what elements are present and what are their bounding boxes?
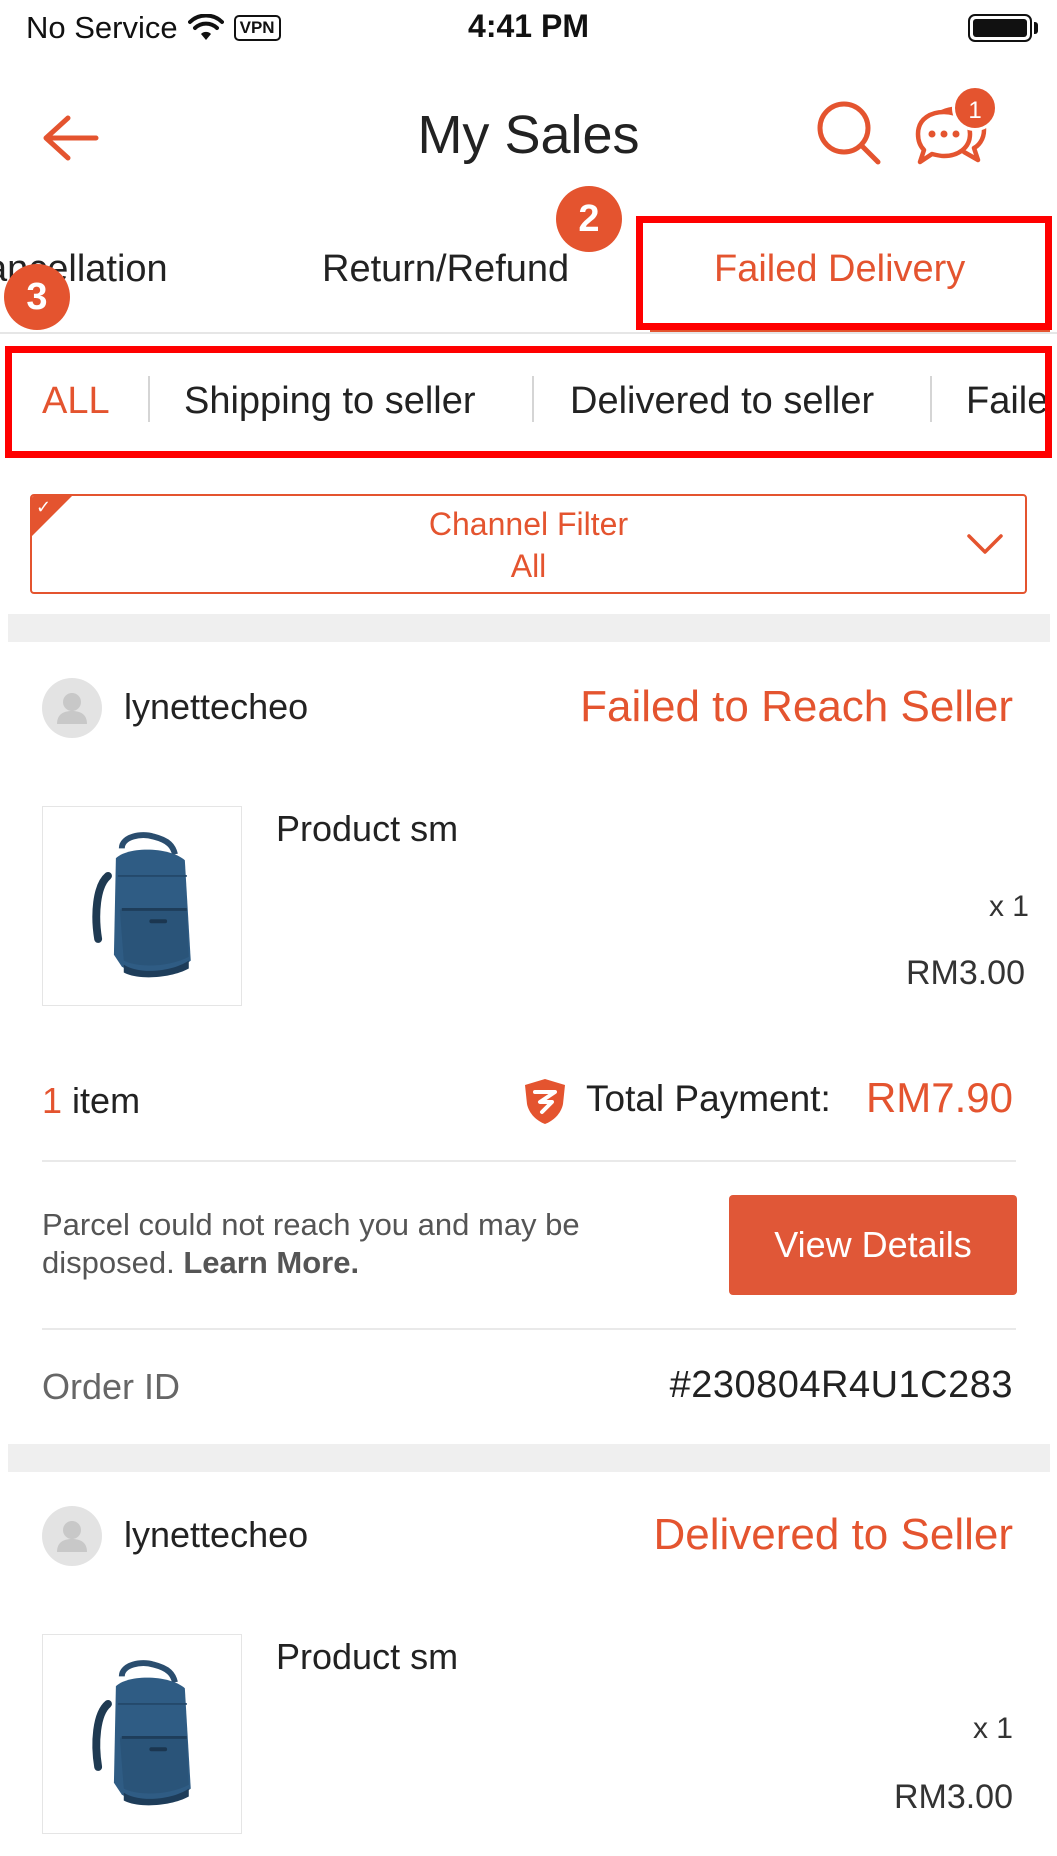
search-icon xyxy=(817,101,881,165)
buyer-avatar[interactable] xyxy=(42,678,102,738)
section-separator xyxy=(8,1444,1050,1472)
sub-filter-divider xyxy=(930,376,932,422)
shield-icon xyxy=(525,1079,565,1124)
tab-return-refund[interactable]: Return/Refund xyxy=(322,248,569,291)
sub-filter-failed[interactable]: Failed xyxy=(966,380,1052,423)
order-status: Delivered to Seller xyxy=(653,1510,1014,1559)
active-tab-indicator xyxy=(650,328,1050,332)
status-tab-bar: ancellation Return/Refund Failed Deliver… xyxy=(0,210,1057,334)
product-thumbnail[interactable] xyxy=(42,806,242,1006)
product-price: RM3.00 xyxy=(905,954,1025,992)
battery-tip xyxy=(1034,22,1038,34)
divider xyxy=(42,1160,1016,1162)
learn-more-link[interactable]: Learn More. xyxy=(183,1245,359,1280)
item-count-number: 1 xyxy=(42,1080,63,1121)
product-name[interactable]: Product sm xyxy=(276,808,458,850)
sub-filter-shipping-to-seller[interactable]: Shipping to seller xyxy=(184,380,476,423)
step-marker-3: 3 xyxy=(4,264,70,330)
product-quantity: x 1 xyxy=(988,890,1029,923)
order-status: Failed to Reach Seller xyxy=(580,682,1013,731)
user-icon xyxy=(57,693,87,724)
status-time: 4:41 PM xyxy=(468,8,589,44)
view-details-button[interactable]: View Details xyxy=(729,1195,1017,1295)
order-id-value: #230804R4U1C283 xyxy=(669,1364,1013,1406)
product-thumbnail[interactable] xyxy=(42,1634,242,1834)
section-separator xyxy=(8,614,1050,642)
chat-unread-badge: 1 xyxy=(952,85,998,131)
order-id-label: Order ID xyxy=(42,1366,181,1407)
total-payment-value: RM7.90 xyxy=(865,1074,1013,1121)
buyer-avatar[interactable] xyxy=(42,1506,102,1566)
sub-filter-all[interactable]: ALL xyxy=(42,380,110,423)
chevron-down-icon xyxy=(967,534,1003,554)
sub-filter-divider xyxy=(148,376,150,422)
user-icon xyxy=(57,1521,87,1552)
buyer-name[interactable]: lynettecheo xyxy=(124,686,308,728)
divider xyxy=(42,1328,1016,1330)
sub-filter-delivered-to-seller[interactable]: Delivered to seller xyxy=(570,380,874,423)
failed-delivery-notice: Parcel could not reach you and may be di… xyxy=(42,1206,682,1282)
backpack-image xyxy=(92,832,191,978)
page-title: My Sales xyxy=(417,105,640,165)
channel-filter-dropdown[interactable]: ✓ Channel Filter All xyxy=(30,494,1027,594)
sub-filter-divider xyxy=(532,376,534,422)
backpack-image xyxy=(92,1660,191,1806)
step-marker-2: 2 xyxy=(556,186,622,252)
buyer-name[interactable]: lynettecheo xyxy=(124,1514,308,1556)
product-name[interactable]: Product sm xyxy=(276,1636,458,1678)
item-count: 1 item xyxy=(42,1080,140,1122)
battery-icon xyxy=(968,14,1032,42)
sub-filter-row: ALL Shipping to seller Delivered to sell… xyxy=(12,352,1052,450)
product-quantity: x 1 xyxy=(972,1712,1013,1745)
channel-filter-label: Channel Filter xyxy=(428,506,629,542)
tab-failed-delivery[interactable]: Failed Delivery xyxy=(714,248,965,291)
item-count-word: item xyxy=(72,1080,141,1121)
total-payment-label: Total Payment: xyxy=(586,1078,831,1119)
channel-filter-value: All xyxy=(510,548,547,584)
product-price: RM3.00 xyxy=(893,1778,1013,1816)
search-button[interactable] xyxy=(814,98,884,168)
